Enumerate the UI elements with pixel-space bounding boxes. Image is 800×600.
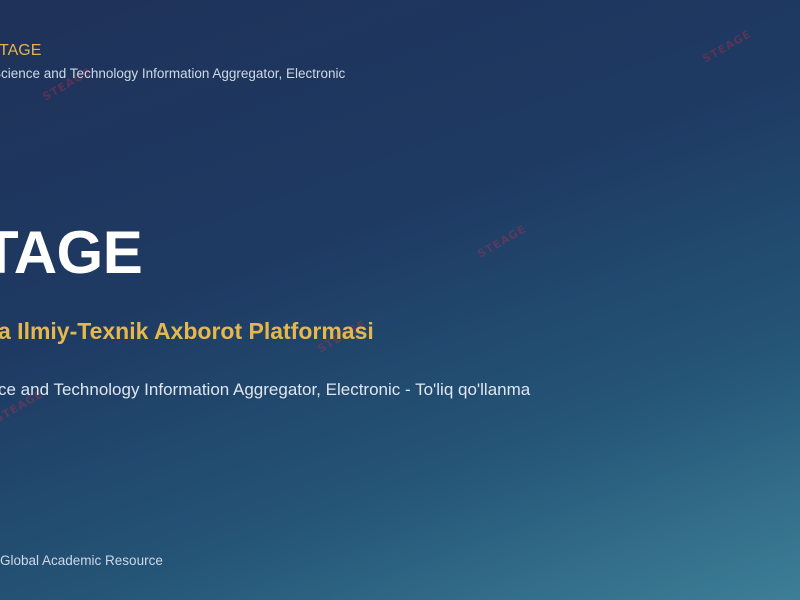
hero-subtitle: a Ilmiy-Texnik Axborot Platformasi [0, 318, 374, 344]
hero-title: TAGE [0, 219, 143, 286]
watermark: STEAGE [475, 222, 529, 261]
watermark: STEAGE [700, 27, 754, 66]
brand-label: TAGE [0, 42, 42, 59]
footer-note: Global Academic Resource [0, 553, 163, 568]
brand-subtitle: Science and Technology Information Aggre… [0, 66, 346, 81]
hero-description: ce and Technology Information Aggregator… [0, 380, 531, 399]
